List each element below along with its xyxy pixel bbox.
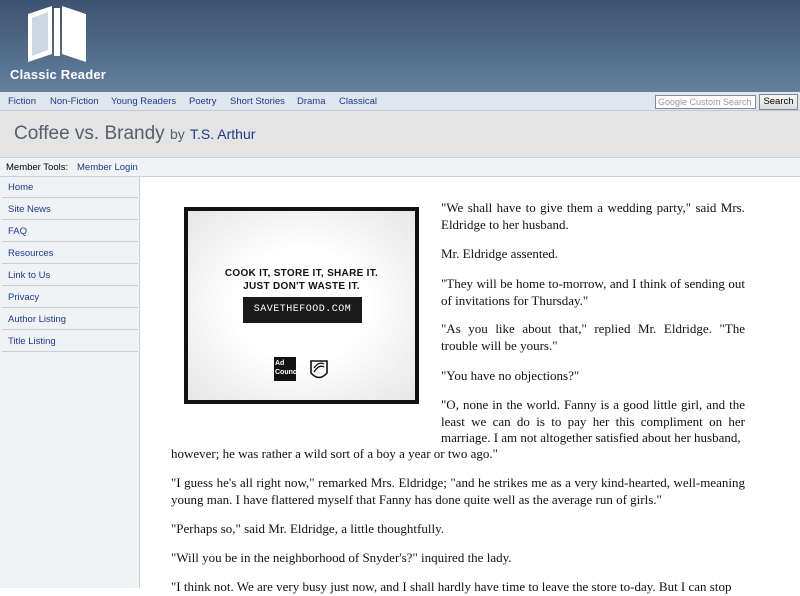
sidebar-item-title-listing[interactable]: Title Listing: [2, 331, 138, 352]
paragraph: "We shall have to give them a wedding pa…: [441, 200, 745, 232]
sidebar-item-home[interactable]: Home: [2, 177, 138, 198]
nav-classical[interactable]: Classical: [339, 96, 377, 107]
paragraph-continuation: however; he was rather a wild sort of a …: [171, 446, 498, 461]
search-button[interactable]: Search: [759, 94, 798, 110]
paragraph: "I guess he's all right now," remarked M…: [171, 475, 745, 507]
sidebar-item-site-news[interactable]: Site News: [2, 199, 138, 220]
page-title: Coffee vs. Brandy by T.S. Arthur: [14, 123, 255, 145]
paragraph: "You have no objections?": [441, 368, 580, 383]
nav-short-stories[interactable]: Short Stories: [230, 96, 285, 107]
member-login-link[interactable]: Member Login: [77, 162, 138, 173]
search-input[interactable]: Google Custom Search: [655, 95, 756, 109]
member-tools-label: Member Tools:: [6, 162, 69, 173]
ad-council-logo: Ad Council: [274, 357, 301, 381]
paragraph: "They will be home to-morrow, and I thin…: [441, 276, 745, 308]
site-name[interactable]: Classic Reader: [10, 67, 106, 82]
nrdc-logo: [310, 360, 328, 379]
paragraph: Mr. Eldridge assented.: [441, 246, 558, 261]
nav-drama[interactable]: Drama: [297, 96, 326, 107]
ad-headline-2: JUST DON'T WASTE IT.: [243, 281, 360, 292]
author-link[interactable]: T.S. Arthur: [190, 126, 255, 142]
by-label: by: [169, 126, 185, 142]
nav-poetry[interactable]: Poetry: [189, 96, 216, 107]
member-tools-bar: Member Tools: Member Login: [0, 157, 800, 177]
advertisement[interactable]: COOK IT, STORE IT, SHARE IT. JUST DON'T …: [184, 207, 419, 404]
ad-headline-1: COOK IT, STORE IT, SHARE IT.: [224, 268, 379, 279]
nav-fiction[interactable]: Fiction: [8, 96, 36, 107]
nav-young-readers[interactable]: Young Readers: [111, 96, 176, 107]
site-header: Classic Reader: [0, 0, 800, 92]
book-title: Coffee vs. Brandy: [14, 123, 165, 144]
nav-non-fiction[interactable]: Non-Fiction: [50, 96, 99, 107]
paragraph: "O, none in the world. Fanny is a good l…: [441, 397, 745, 445]
sidebar-item-author-listing[interactable]: Author Listing: [2, 309, 138, 330]
sidebar-item-link-to-us[interactable]: Link to Us: [2, 265, 138, 286]
sidebar-item-privacy[interactable]: Privacy: [2, 287, 138, 308]
paragraph: "Perhaps so," said Mr. Eldridge, a littl…: [171, 521, 444, 536]
sidebar-item-resources[interactable]: Resources: [2, 243, 138, 264]
paragraph: "Will you be in the neighborhood of Snyd…: [171, 550, 512, 565]
open-book-icon[interactable]: [26, 4, 88, 64]
sidebar-item-faq[interactable]: FAQ: [2, 221, 138, 242]
paragraph: "I think not. We are very busy just now,…: [171, 579, 732, 594]
paragraph: "As you like about that," replied Mr. El…: [441, 321, 745, 353]
ad-url-badge[interactable]: SAVETHEFOOD.COM: [243, 297, 362, 323]
title-bar: Coffee vs. Brandy by T.S. Arthur: [0, 111, 800, 157]
sidebar: Home Site News FAQ Resources Link to Us …: [0, 177, 140, 588]
